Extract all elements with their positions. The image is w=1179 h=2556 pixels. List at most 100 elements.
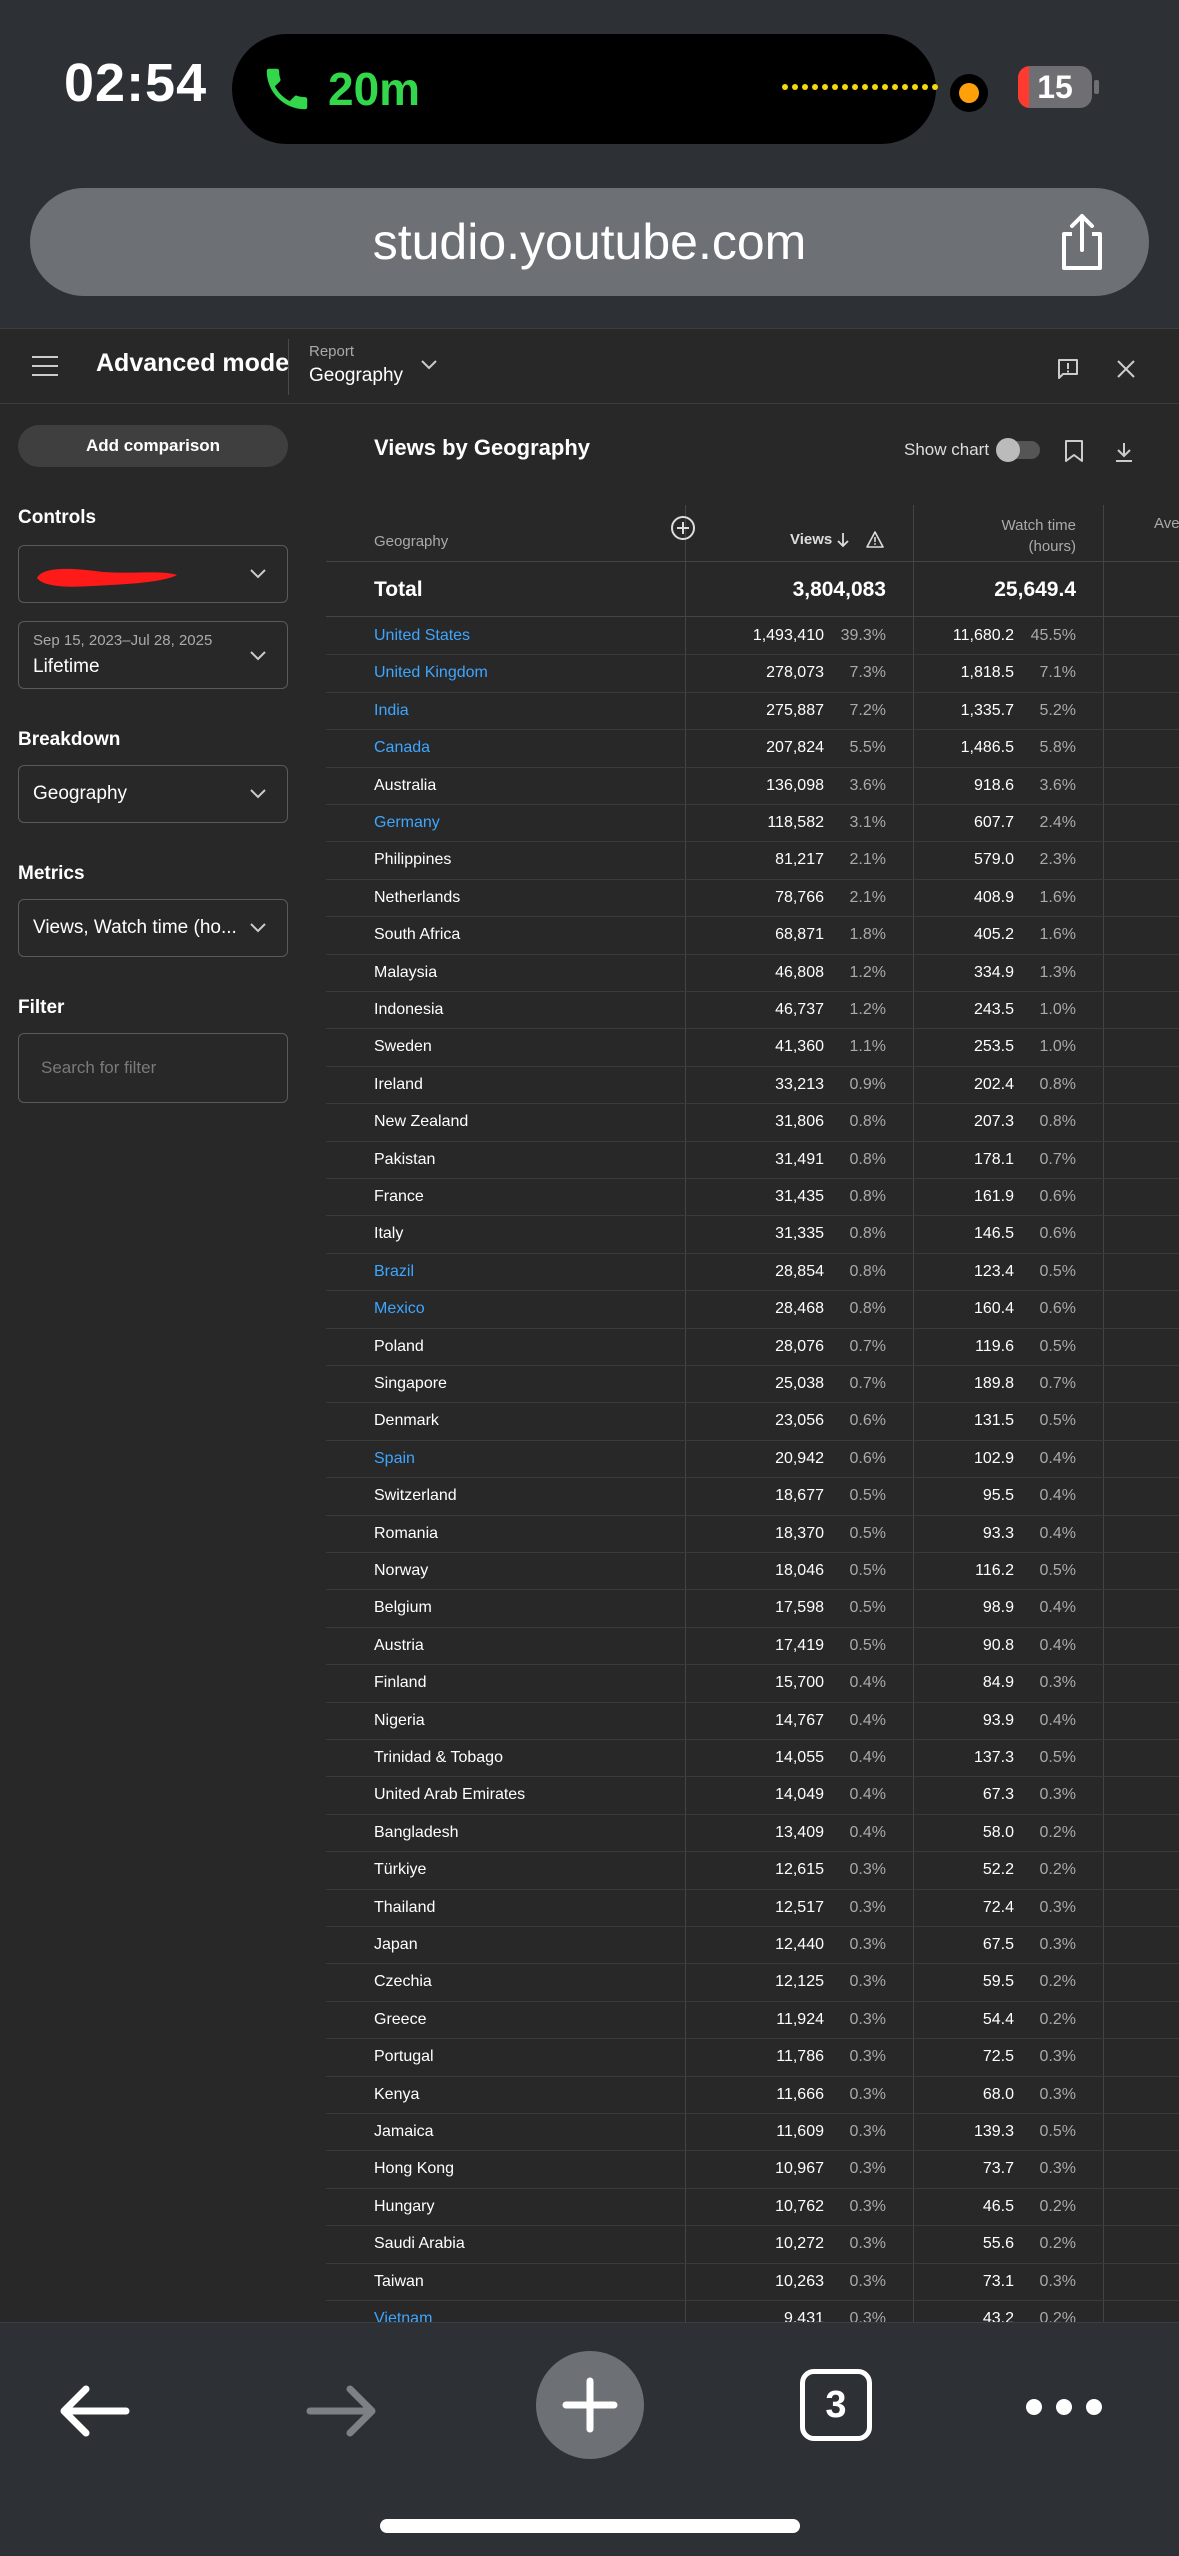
table-row[interactable]: Italy 31,335 0.8% 146.5 0.6%	[326, 1216, 1179, 1254]
chevron-down-icon[interactable]	[420, 359, 438, 371]
download-icon[interactable]	[1114, 441, 1134, 463]
table-row[interactable]: Jamaica 11,609 0.3% 139.3 0.5%	[326, 2114, 1179, 2152]
close-icon[interactable]	[1116, 359, 1136, 379]
table-row[interactable]: Spain 20,942 0.6% 102.9 0.4%	[326, 1441, 1179, 1479]
new-tab-button[interactable]	[536, 2351, 644, 2459]
table-row[interactable]: South Africa 68,871 1.8% 405.2 1.6%	[326, 917, 1179, 955]
tab-count-button[interactable]: 3	[800, 2369, 872, 2441]
date-range-selector[interactable]: Sep 15, 2023–Jul 28, 2025 Lifetime	[18, 621, 288, 689]
channel-selector[interactable]	[18, 545, 288, 603]
geography-cell[interactable]: United Kingdom	[374, 664, 488, 682]
table-row[interactable]: Thailand 12,517 0.3% 72.4 0.3%	[326, 1890, 1179, 1927]
warning-icon[interactable]	[866, 531, 884, 548]
menu-icon[interactable]	[32, 355, 58, 377]
views-percent-cell: 0.5%	[849, 1524, 886, 1542]
table-row[interactable]: Hungary 10,762 0.3% 46.5 0.2%	[326, 2189, 1179, 2227]
bookmark-icon[interactable]	[1064, 439, 1084, 463]
table-row[interactable]: Bangladesh 13,409 0.4% 58.0 0.2%	[326, 1815, 1179, 1853]
column-header-average[interactable]: Ave	[1154, 515, 1179, 532]
home-indicator[interactable]	[380, 2519, 800, 2533]
filter-placeholder: Search for filter	[41, 1058, 157, 1077]
table-row[interactable]: Türkiye 12,615 0.3% 52.2 0.2%	[326, 1852, 1179, 1890]
metrics-selector[interactable]: Views, Watch time (ho...	[18, 899, 288, 957]
geography-cell[interactable]: Canada	[374, 739, 430, 757]
report-value[interactable]: Geography	[309, 365, 403, 387]
table-row[interactable]: Australia 136,098 3.6% 918.6 3.6%	[326, 768, 1179, 805]
table-row[interactable]: Switzerland 18,677 0.5% 95.5 0.4%	[326, 1478, 1179, 1516]
watch-time-percent-cell: 0.2%	[1039, 2197, 1076, 2215]
table-row[interactable]: Indonesia 46,737 1.2% 243.5 1.0%	[326, 992, 1179, 1030]
table-row[interactable]: Brazil 28,854 0.8% 123.4 0.5%	[326, 1254, 1179, 1292]
table-row[interactable]: Ireland 33,213 0.9% 202.4 0.8%	[326, 1067, 1179, 1105]
table-row[interactable]: United Kingdom 278,073 7.3% 1,818.5 7.1%	[326, 655, 1179, 693]
chevron-down-icon[interactable]	[249, 788, 267, 800]
geography-cell[interactable]: Germany	[374, 814, 440, 832]
table-row[interactable]: Sweden 41,360 1.1% 253.5 1.0%	[326, 1029, 1179, 1067]
column-header-views[interactable]: Views	[790, 531, 832, 548]
table-row[interactable]: Czechia 12,125 0.3% 59.5 0.2%	[326, 1964, 1179, 2002]
table-row[interactable]: Trinidad & Tobago 14,055 0.4% 137.3 0.5%	[326, 1740, 1179, 1778]
forward-icon[interactable]	[306, 2381, 378, 2441]
address-bar[interactable]: studio.youtube.com	[30, 188, 1149, 296]
table-row[interactable]: Romania 18,370 0.5% 93.3 0.4%	[326, 1516, 1179, 1553]
geography-cell[interactable]: Mexico	[374, 1300, 425, 1318]
views-percent-cell: 7.3%	[849, 664, 886, 682]
table-row[interactable]: United Arab Emirates 14,049 0.4% 67.3 0.3%	[326, 1777, 1179, 1815]
geography-cell[interactable]: Spain	[374, 1450, 415, 1468]
table-row[interactable]: Norway 18,046 0.5% 116.2 0.5%	[326, 1553, 1179, 1591]
geography-cell[interactable]: India	[374, 702, 409, 720]
more-icon[interactable]	[1026, 2399, 1102, 2415]
table-row[interactable]: Belgium 17,598 0.5% 98.9 0.4%	[326, 1590, 1179, 1628]
table-row[interactable]: Malaysia 46,808 1.2% 334.9 1.3%	[326, 955, 1179, 992]
table-row[interactable]: Vietnam 9,431 0.3% 43.2 0.2%	[326, 2301, 1179, 2323]
chevron-down-icon[interactable]	[249, 568, 267, 580]
views-cell: 10,272	[775, 2235, 824, 2253]
table-row[interactable]: New Zealand 31,806 0.8% 207.3 0.8%	[326, 1104, 1179, 1142]
table-row[interactable]: Greece 11,924 0.3% 54.4 0.2%	[326, 2002, 1179, 2040]
table-row[interactable]: Philippines 81,217 2.1% 579.0 2.3%	[326, 842, 1179, 880]
table-row[interactable]: Portugal 11,786 0.3% 72.5 0.3%	[326, 2039, 1179, 2077]
table-row[interactable]: Taiwan 10,263 0.3% 73.1 0.3%	[326, 2264, 1179, 2301]
column-header-watch-time[interactable]: Watch time (hours)	[916, 515, 1076, 557]
table-row[interactable]: Japan 12,440 0.3% 67.5 0.3%	[326, 1927, 1179, 1965]
table-row[interactable]: Singapore 25,038 0.7% 189.8 0.7%	[326, 1366, 1179, 1404]
views-percent-cell: 0.3%	[849, 2160, 886, 2178]
chevron-down-icon[interactable]	[249, 922, 267, 934]
table-row[interactable]: Nigeria 14,767 0.4% 93.9 0.4%	[326, 1703, 1179, 1740]
sort-down-icon[interactable]	[836, 532, 850, 548]
geography-cell[interactable]: United States	[374, 627, 470, 645]
table-row[interactable]: Canada 207,824 5.5% 1,486.5 5.8%	[326, 730, 1179, 768]
views-cell: 28,468	[775, 1300, 824, 1318]
table-row[interactable]: France 31,435 0.8% 161.9 0.6%	[326, 1179, 1179, 1217]
table-row[interactable]: Germany 118,582 3.1% 607.7 2.4%	[326, 805, 1179, 843]
table-row[interactable]: United States 1,493,410 39.3% 11,680.2 45.5%	[326, 618, 1179, 656]
table-row[interactable]: India 275,887 7.2% 1,335.7 5.2%	[326, 693, 1179, 731]
table-row[interactable]: Mexico 28,468 0.8% 160.4 0.6%	[326, 1291, 1179, 1329]
table-row[interactable]: Saudi Arabia 10,272 0.3% 55.6 0.2%	[326, 2226, 1179, 2264]
table-row[interactable]: Netherlands 78,766 2.1% 408.9 1.6%	[326, 880, 1179, 918]
back-icon[interactable]	[58, 2381, 130, 2441]
add-column-icon[interactable]	[670, 515, 696, 541]
breakdown-selector[interactable]: Geography	[18, 765, 288, 823]
table-row[interactable]: Kenya 11,666 0.3% 68.0 0.3%	[326, 2077, 1179, 2114]
dynamic-island[interactable]: 20m	[232, 34, 938, 144]
url-text[interactable]: studio.youtube.com	[30, 188, 1149, 296]
page-title: Advanced mode	[96, 349, 290, 377]
table-row[interactable]: Poland 28,076 0.7% 119.6 0.5%	[326, 1329, 1179, 1366]
views-percent-cell: 0.6%	[849, 1412, 886, 1430]
table-row[interactable]: Pakistan 31,491 0.8% 178.1 0.7%	[326, 1142, 1179, 1179]
chevron-down-icon[interactable]	[249, 650, 267, 662]
show-chart-toggle[interactable]	[996, 438, 1040, 462]
add-comparison-button[interactable]: Add comparison	[18, 425, 288, 467]
column-header-geography[interactable]: Geography	[374, 533, 448, 550]
geography-cell: Denmark	[374, 1412, 439, 1430]
feedback-icon[interactable]	[1056, 357, 1080, 381]
table-row[interactable]: Hong Kong 10,967 0.3% 73.7 0.3%	[326, 2151, 1179, 2189]
views-percent-cell: 0.4%	[849, 1823, 886, 1841]
geography-cell[interactable]: Brazil	[374, 1263, 414, 1281]
share-icon[interactable]	[1050, 210, 1114, 274]
filter-input[interactable]: Search for filter	[18, 1033, 288, 1103]
table-row[interactable]: Finland 15,700 0.4% 84.9 0.3%	[326, 1665, 1179, 1703]
table-row[interactable]: Denmark 23,056 0.6% 131.5 0.5%	[326, 1403, 1179, 1441]
table-row[interactable]: Austria 17,419 0.5% 90.8 0.4%	[326, 1628, 1179, 1666]
